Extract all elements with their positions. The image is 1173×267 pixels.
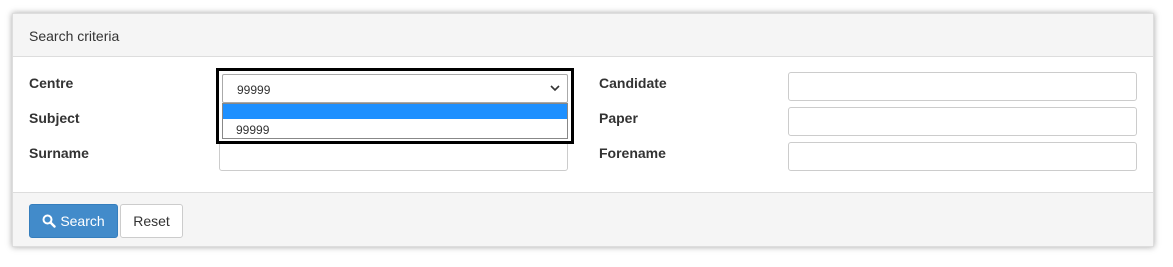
search-icon (42, 214, 57, 228)
candidate-field[interactable] (788, 72, 1137, 101)
paper-field[interactable] (788, 107, 1137, 136)
dropdown-option-empty[interactable] (223, 104, 567, 119)
search-button[interactable]: Search (29, 204, 118, 238)
panel-heading: Search criteria (13, 14, 1153, 57)
search-criteria-panel: Search criteria Centre Subject Surname 9… (12, 13, 1154, 247)
surname-field[interactable] (219, 142, 568, 171)
centre-label: Centre (29, 75, 74, 91)
subject-label: Subject (29, 110, 80, 126)
reset-button-label: Reset (133, 213, 170, 229)
centre-dropdown-list: 99999 (222, 103, 568, 139)
panel-footer: Search Reset (13, 192, 1153, 246)
candidate-label: Candidate (599, 75, 667, 91)
dropdown-option-99999[interactable]: 99999 (236, 123, 269, 137)
forename-label: Forename (599, 145, 666, 161)
centre-select-focus-outline: 99999 99999 (216, 68, 574, 144)
forename-field[interactable] (788, 142, 1137, 171)
panel-title: Search criteria (29, 28, 120, 44)
reset-button[interactable]: Reset (120, 204, 183, 238)
search-button-label: Search (60, 213, 105, 229)
chevron-down-icon (550, 85, 560, 92)
centre-select[interactable]: 99999 (222, 74, 568, 103)
centre-select-value: 99999 (237, 83, 271, 97)
surname-label: Surname (29, 145, 89, 161)
paper-label: Paper (599, 110, 638, 126)
